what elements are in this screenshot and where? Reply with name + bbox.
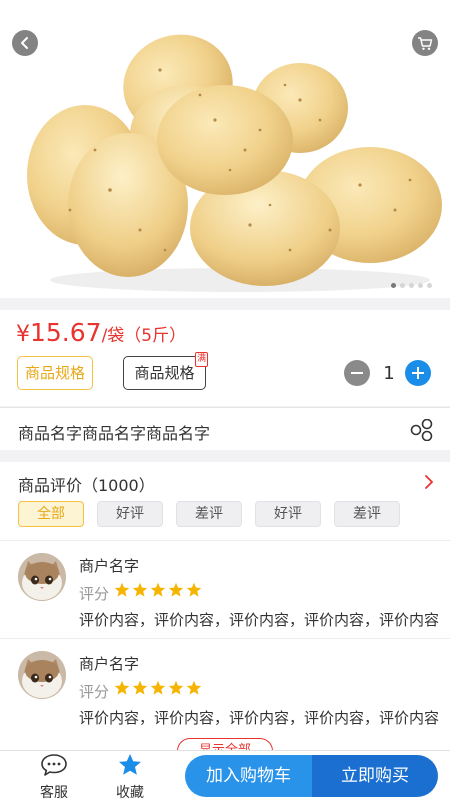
carousel-dot[interactable]: [391, 283, 396, 288]
product-photo: [27, 34, 442, 292]
cat-avatar-icon: [18, 553, 66, 601]
back-chevron-icon: [21, 37, 28, 49]
rating-star-icon: [150, 582, 166, 597]
merchant-name: 商户名字: [79, 557, 140, 575]
rating-star-icon: [168, 582, 184, 597]
review-list: 商户名字 评分 评价内容，评价内容，评价内容，评价内容，评价内容 商户名字 评分…: [0, 540, 450, 750]
carousel-indicator: [391, 283, 432, 288]
review-filter-tags: 全部 好评 差评 好评 差评: [18, 501, 400, 527]
filter-tag-all[interactable]: 全部: [18, 501, 84, 527]
rating-star-icon: [114, 582, 130, 597]
carousel-dot[interactable]: [409, 283, 414, 288]
filter-tag-bad-2[interactable]: 差评: [334, 501, 400, 527]
carousel-dot[interactable]: [418, 283, 423, 288]
cart-button[interactable]: [412, 30, 438, 56]
rating-star-icon: [132, 582, 148, 597]
product-price: ¥15.67/袋（5斤）: [16, 318, 186, 347]
show-all-reviews-button[interactable]: 显示全部: [177, 738, 273, 750]
review-section-header: 商品评价（1000） 全部 好评 差评 好评 差评: [0, 462, 450, 540]
rating-star-icon: [150, 680, 166, 695]
spec-option-2[interactable]: 商品规格 满: [123, 352, 208, 390]
purchase-actions: 加入购物车 立即购买: [185, 755, 438, 797]
review-title: 商品评价（1000）: [18, 476, 155, 495]
carousel-dot[interactable]: [427, 283, 432, 288]
chevron-right-icon: [425, 475, 434, 489]
back-button[interactable]: [12, 30, 38, 56]
customer-service-label: 客服: [40, 785, 68, 800]
spec-option-label: 商品规格: [134, 364, 195, 382]
product-name-row: 商品名字商品名字商品名字: [0, 407, 450, 450]
carousel-dot[interactable]: [400, 283, 405, 288]
review-item: 商户名字 评分 评价内容，评价内容，评价内容，评价内容，评价内容: [0, 541, 450, 639]
filter-tag-bad[interactable]: 差评: [176, 501, 242, 527]
avatar: [18, 651, 66, 699]
star-icon: [119, 754, 141, 775]
quantity-increase-button[interactable]: [405, 360, 431, 386]
rating-star-icon: [132, 680, 148, 695]
review-more-arrow[interactable]: [424, 474, 434, 494]
price-unit: /袋（5斤）: [101, 326, 187, 346]
score-label: 评分: [79, 585, 110, 603]
spec-badge: 满: [195, 352, 208, 367]
filter-tag-good-2[interactable]: 好评: [255, 501, 321, 527]
rating-star-icon: [186, 582, 202, 597]
rating-star-icon: [186, 680, 202, 695]
buy-now-button[interactable]: 立即购买: [312, 755, 438, 797]
share-icon: [410, 418, 433, 442]
rating-star-icon: [114, 680, 130, 695]
price-currency: ¥: [16, 322, 30, 347]
share-button[interactable]: [410, 418, 434, 445]
price-value: 15.67: [30, 318, 102, 347]
product-image-carousel[interactable]: [0, 0, 450, 298]
filter-tag-good[interactable]: 好评: [97, 501, 163, 527]
bottom-action-bar: 客服 收藏 加入购物车 立即购买: [0, 750, 450, 800]
rating-stars: [114, 582, 202, 598]
rating-star-icon: [168, 680, 184, 695]
add-to-cart-button[interactable]: 加入购物车: [185, 755, 312, 797]
review-item: 商户名字 评分 评价内容，评价内容，评价内容，评价内容，评价内容: [0, 639, 450, 737]
review-content: 评价内容，评价内容，评价内容，评价内容，评价内容: [79, 611, 439, 629]
cat-avatar-icon: [18, 651, 66, 699]
price-section: ¥15.67/袋（5斤） 商品规格 商品规格 满 1: [0, 310, 450, 406]
score-label: 评分: [79, 683, 110, 701]
product-name: 商品名字商品名字商品名字: [18, 424, 211, 443]
review-content: 评价内容，评价内容，评价内容，评价内容，评价内容: [79, 709, 439, 727]
favorite-button[interactable]: 收藏: [100, 753, 160, 800]
favorite-label: 收藏: [116, 785, 144, 800]
customer-service-button[interactable]: 客服: [24, 753, 84, 800]
avatar: [18, 553, 66, 601]
merchant-name: 商户名字: [79, 655, 140, 673]
quantity-decrease-button[interactable]: [344, 360, 370, 386]
rating-stars: [114, 680, 202, 696]
cart-icon: [418, 37, 433, 50]
chat-bubble-icon: [41, 754, 67, 776]
spec-option-1[interactable]: 商品规格: [17, 356, 93, 390]
quantity-value: 1: [383, 363, 395, 384]
